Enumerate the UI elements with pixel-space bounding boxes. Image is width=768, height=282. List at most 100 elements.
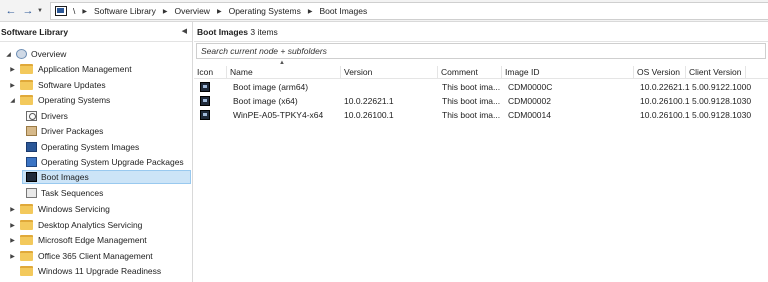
task-sequence-icon xyxy=(26,188,37,198)
item-count: 3 items xyxy=(250,27,278,37)
chevron-right-icon[interactable]: ▶ xyxy=(217,8,222,15)
tree-item-label: Desktop Analytics Servicing xyxy=(38,220,143,230)
breadcrumb-root[interactable]: \ xyxy=(73,6,75,16)
collapsed-arrow-icon[interactable]: ▶ xyxy=(8,66,17,73)
back-arrow-icon[interactable]: ← xyxy=(3,3,19,19)
column-header-version[interactable]: Version xyxy=(341,66,438,79)
tree-item-label: Windows Servicing xyxy=(38,204,110,214)
tree-item-os-upgrade-packages[interactable]: Operating System Upgrade Packages xyxy=(26,155,184,169)
tree-item-label: Task Sequences xyxy=(41,188,104,198)
cell-comment: This boot ima... xyxy=(442,82,500,92)
folder-icon xyxy=(20,95,33,105)
tree-item-label: Windows 11 Upgrade Readiness xyxy=(38,266,162,276)
tree-item-driver-packages[interactable]: Driver Packages xyxy=(26,124,103,138)
table-row[interactable]: WinPE-A05-TPKY4-x64 10.0.26100.1 This bo… xyxy=(194,108,768,122)
tree-item-operating-systems[interactable]: ◢ Operating Systems xyxy=(8,93,110,107)
cell-client-version: 5.00.9122.1000 xyxy=(692,82,752,92)
tree-item-windows-11-upgrade-readiness[interactable]: Windows 11 Upgrade Readiness xyxy=(20,264,161,278)
collapsed-arrow-icon[interactable]: ▶ xyxy=(8,82,17,89)
navigation-pane: Software Library ◀ ◢ Overview ▶ Applicat… xyxy=(0,22,193,282)
search-input[interactable]: Search current node + subfolders xyxy=(196,43,766,59)
address-toolbar: ← → ▼ \ ▶ Software Library ▶ Overview ▶ … xyxy=(0,0,768,22)
tree-item-windows-servicing[interactable]: ▶ Windows Servicing xyxy=(8,202,110,216)
collapsed-arrow-icon[interactable]: ▶ xyxy=(8,253,17,260)
upgrade-package-icon xyxy=(26,157,37,167)
tree-item-label: Microsoft Edge Management xyxy=(38,235,147,245)
tree-item-label: Drivers xyxy=(41,111,68,121)
collapsed-arrow-icon[interactable]: ▶ xyxy=(8,222,17,229)
os-image-icon xyxy=(26,142,37,152)
package-icon xyxy=(26,126,37,136)
cell-image-id: CDM00014 xyxy=(508,110,551,120)
tree-item-label: Boot Images xyxy=(41,172,89,182)
column-header-name[interactable]: Name xyxy=(227,66,341,79)
node-title: Boot Images xyxy=(197,27,249,37)
folder-icon xyxy=(20,64,33,74)
tree-item-software-updates[interactable]: ▶ Software Updates xyxy=(8,78,106,92)
tree-item-microsoft-edge-management[interactable]: ▶ Microsoft Edge Management xyxy=(8,233,147,247)
tree-item-overview[interactable]: ◢ Overview xyxy=(4,47,66,61)
cell-image-id: CDM0000C xyxy=(508,82,553,92)
table-row[interactable]: Boot image (arm64) This boot ima... CDM0… xyxy=(194,80,768,94)
cell-name: Boot image (x64) xyxy=(233,96,298,106)
tree-item-label: Operating System Upgrade Packages xyxy=(41,157,184,167)
results-header: Boot Images 3 items xyxy=(194,22,768,42)
tree-item-label: Application Management xyxy=(38,64,132,74)
folder-icon xyxy=(20,204,33,214)
cell-name: WinPE-A05-TPKY4-x64 xyxy=(233,110,324,120)
tree-item-desktop-analytics-servicing[interactable]: ▶ Desktop Analytics Servicing xyxy=(8,218,142,232)
folder-icon xyxy=(20,220,33,230)
cell-os-version: 10.0.26100.1 xyxy=(640,96,690,106)
folder-icon xyxy=(20,235,33,245)
expanded-arrow-icon[interactable]: ◢ xyxy=(4,51,13,58)
column-header-comment[interactable]: Comment xyxy=(438,66,502,79)
cell-version: 10.0.26100.1 xyxy=(344,110,394,120)
workspace-title: Software Library xyxy=(1,27,69,37)
forward-arrow-icon[interactable]: → xyxy=(20,3,36,19)
tree-item-label: Overview xyxy=(31,49,67,59)
tree-item-office-365-client-management[interactable]: ▶ Office 365 Client Management xyxy=(8,249,153,263)
history-dropdown-icon[interactable]: ▼ xyxy=(37,3,45,19)
column-header-image-id[interactable]: Image ID xyxy=(502,66,634,79)
breadcrumb: \ ▶ Software Library ▶ Overview ▶ Operat… xyxy=(50,2,768,20)
navigation-pane-header: Software Library ◀ xyxy=(0,22,192,42)
collapse-pane-icon[interactable]: ◀ xyxy=(182,22,187,42)
tree-item-boot-images[interactable]: Boot Images xyxy=(22,170,191,184)
chevron-right-icon[interactable]: ▶ xyxy=(308,8,313,15)
column-header-client-version[interactable]: Client Version xyxy=(686,66,746,79)
cell-comment: This boot ima... xyxy=(442,110,500,120)
tree-item-label: Driver Packages xyxy=(41,126,104,136)
boot-image-icon xyxy=(200,82,210,92)
tree-item-task-sequences[interactable]: Task Sequences xyxy=(26,186,103,200)
tree-item-os-images[interactable]: Operating System Images xyxy=(26,140,139,154)
breadcrumb-overview[interactable]: Overview xyxy=(175,6,210,16)
tree-item-label: Operating Systems xyxy=(38,95,111,105)
chevron-right-icon[interactable]: ▶ xyxy=(163,8,168,15)
overview-icon xyxy=(16,49,27,59)
column-headers: Icon Name Version Comment Image ID OS Ve… xyxy=(194,66,768,79)
collapsed-arrow-icon[interactable]: ▶ xyxy=(8,237,17,244)
tree-item-label: Office 365 Client Management xyxy=(38,251,153,261)
folder-icon xyxy=(20,80,33,90)
tree-item-label: Software Updates xyxy=(38,80,106,90)
collapsed-arrow-icon[interactable]: ▶ xyxy=(8,206,17,213)
column-header-os-version[interactable]: OS Version xyxy=(634,66,686,79)
boot-image-icon xyxy=(26,172,37,182)
breadcrumb-boot-images[interactable]: Boot Images xyxy=(319,6,367,16)
column-header-icon[interactable]: Icon xyxy=(194,66,227,79)
breadcrumb-operating-systems[interactable]: Operating Systems xyxy=(229,6,301,16)
chevron-right-icon[interactable]: ▶ xyxy=(82,8,87,15)
expanded-arrow-icon[interactable]: ◢ xyxy=(8,97,17,104)
breadcrumb-software-library[interactable]: Software Library xyxy=(94,6,156,16)
drivers-icon xyxy=(26,111,37,121)
folder-icon xyxy=(20,266,33,276)
tree-item-drivers[interactable]: Drivers xyxy=(26,109,68,123)
cell-os-version: 10.0.26100.1 xyxy=(640,110,690,120)
results-pane: Boot Images 3 items Search current node … xyxy=(194,22,768,282)
table-row[interactable]: Boot image (x64) 10.0.22621.1 This boot … xyxy=(194,94,768,108)
cell-os-version: 10.0.22621.1 xyxy=(640,82,690,92)
cell-version: 10.0.22621.1 xyxy=(344,96,394,106)
tree-item-application-management[interactable]: ▶ Application Management xyxy=(8,62,132,76)
console-home-icon[interactable] xyxy=(55,6,67,16)
cell-client-version: 5.00.9128.1030 xyxy=(692,96,752,106)
